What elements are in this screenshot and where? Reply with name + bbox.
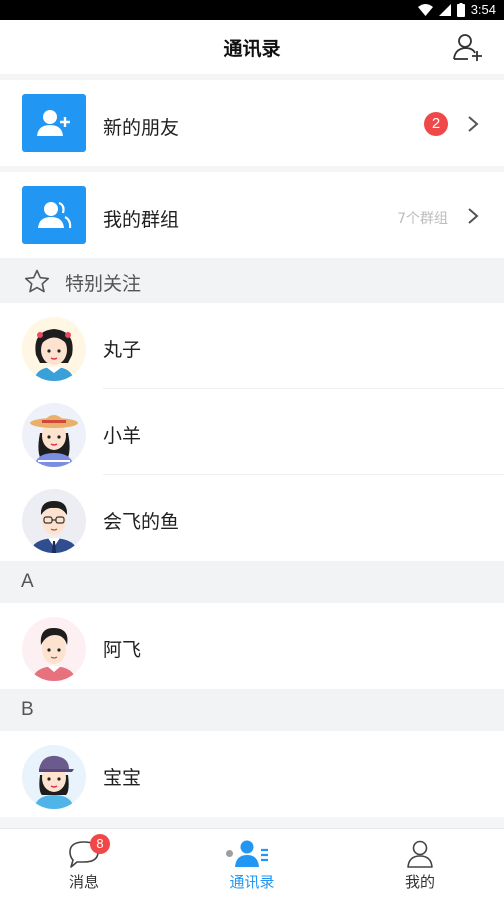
contacts-icon (235, 840, 268, 867)
tab-label: 我的 (404, 873, 435, 891)
user-icon (407, 840, 433, 868)
tab-label: 通讯录 (229, 873, 275, 891)
new-friends-tile (22, 94, 86, 152)
my-groups-row[interactable]: 我的群组 7个群组 (0, 172, 504, 258)
tab-label: 消息 (68, 873, 99, 891)
avatar (22, 489, 86, 553)
add-contact-button[interactable] (452, 32, 484, 62)
group-count: 7个群组 (397, 211, 448, 227)
contact-row[interactable]: 阿飞 (0, 603, 504, 689)
status-time: 3:54 (470, 2, 496, 17)
tab-messages[interactable]: 8 消息 (0, 829, 168, 898)
tab-contacts[interactable]: 通讯录 (168, 829, 336, 898)
active-dot (226, 850, 233, 857)
my-groups-label: 我的群组 (103, 209, 180, 231)
my-groups-tile (22, 186, 86, 244)
star-icon (24, 269, 50, 293)
avatar (22, 745, 86, 809)
tab-me[interactable]: 我的 (336, 829, 504, 898)
contact-name: 丸子 (103, 339, 142, 361)
section-header-a: A (0, 561, 504, 603)
signal-icon (438, 3, 451, 16)
contact-row[interactable]: 宝宝 (0, 731, 504, 817)
section-header-b: B (0, 689, 504, 731)
avatar (22, 403, 86, 467)
new-friends-label: 新的朋友 (103, 117, 180, 139)
contact-name: 宝宝 (103, 767, 142, 789)
page-title: 通讯录 (223, 38, 281, 60)
contact-name: 会飞的鱼 (103, 511, 180, 533)
group-icon (38, 201, 72, 229)
contact-row[interactable]: 会飞的鱼 (0, 475, 504, 561)
tab-bar: 8 消息 通讯录 我的 (0, 828, 504, 898)
section-letter-b: B (21, 699, 34, 720)
avatar (22, 617, 86, 681)
avatar (22, 317, 86, 381)
add-user-icon (453, 34, 482, 61)
contact-name: 小羊 (103, 425, 142, 447)
add-friend-icon (37, 110, 70, 136)
contact-row[interactable]: 丸子 (0, 303, 504, 389)
chevron-right-icon (468, 116, 479, 132)
contact-name: 阿飞 (103, 639, 142, 661)
title-bar: 通讯录 (0, 20, 504, 74)
messages-badge: 8 (90, 834, 110, 854)
battery-icon (456, 2, 465, 17)
status-bar: 3:54 (0, 0, 504, 20)
section-header-special: 特别关注 (0, 258, 504, 303)
wifi-icon (417, 3, 433, 16)
new-friends-row[interactable]: 新的朋友 2 (0, 80, 504, 166)
section-letter-a: A (21, 571, 34, 592)
new-friends-badge: 2 (424, 112, 448, 136)
contact-row[interactable]: 小羊 (0, 389, 504, 475)
chevron-right-icon (468, 208, 479, 224)
section-title-special: 特别关注 (65, 273, 142, 295)
